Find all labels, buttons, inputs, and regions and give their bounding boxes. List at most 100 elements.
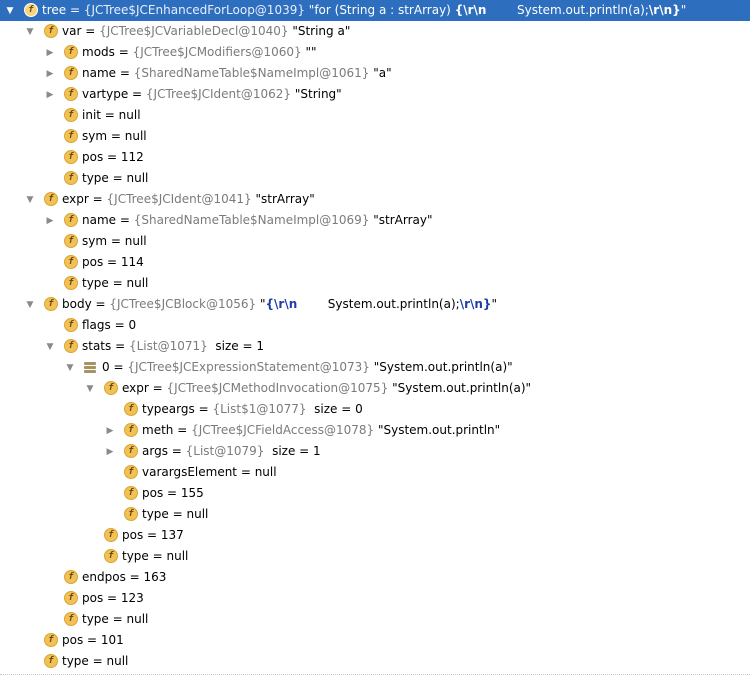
equals-sign: = [167,444,186,458]
field-f-icon: f [104,381,118,395]
tree-row[interactable]: ▼ f stats = {List@1071} size = 1 [0,336,750,357]
tree-row[interactable]: f typeargs = {List$1@1077} size = 0 [0,399,750,420]
tree-row[interactable]: ▶ f name = {SharedNameTable$NameImpl@1061}… [0,63,750,84]
row-text: type = null [142,507,208,522]
tree-row[interactable]: ▼ f expr = {JCTree$JCMethodInvocation@1075… [0,378,750,399]
variable-name: init [82,108,101,122]
variable-name: type [82,276,109,290]
tree-row[interactable]: f pos = 112 [0,147,750,168]
tree-row[interactable]: f endpos = 163 [0,567,750,588]
equals-sign: = [107,129,125,143]
tree-row[interactable]: f type = null [0,651,750,672]
row-text: type = null [82,276,148,291]
chevron-down-icon[interactable]: ▼ [5,6,15,16]
equals-sign: = [109,360,128,374]
tree-row[interactable]: f pos = 155 [0,483,750,504]
escape-sequence: {\r\n [265,297,298,311]
tree-row[interactable]: f type = null [0,609,750,630]
tree-row[interactable]: ▼ f tree = {JCTree$JCEnhancedForLoop@1039}… [0,0,750,21]
tree-row[interactable]: ▶ f mods = {JCTree$JCModifiers@1060} "" [0,42,750,63]
variable-name: mods [82,45,115,59]
chevron-right-icon[interactable]: ▶ [45,90,55,100]
variable-name: pos [122,528,144,542]
variable-value: null [166,549,189,563]
variable-name: pos [82,591,104,605]
object-reference: {JCTree$JCMethodInvocation@1075} [166,381,389,395]
tree-row[interactable]: ▼ f var = {JCTree$JCVariableDecl@1040} "St… [0,21,750,42]
variable-name: pos [62,633,84,647]
tree-row[interactable]: ▶ f name = {SharedNameTable$NameImpl@1069}… [0,210,750,231]
variable-value: " [491,297,498,311]
chevron-down-icon[interactable]: ▼ [85,384,95,394]
tree-row[interactable]: ▶ f vartype = {JCTree$JCIdent@1062} "Strin… [0,84,750,105]
tree-row[interactable]: f type = null [0,504,750,525]
equals-sign: = [81,24,100,38]
variable-name: pos [82,150,104,164]
row-text: tree = {JCTree$JCEnhancedForLoop@1039} "… [42,3,686,18]
object-reference: {JCTree$JCBlock@1056} [109,297,257,311]
tree-row[interactable]: f pos = 114 [0,252,750,273]
tree-row[interactable]: ▶ f meth = {JCTree$JCFieldAccess@1078} "Sy… [0,420,750,441]
chevron-right-icon[interactable]: ▶ [105,447,115,457]
tree-row[interactable]: f type = null [0,168,750,189]
field-f-icon: f [124,507,138,521]
variable-value: 0 [128,318,137,332]
chevron-right-icon[interactable]: ▶ [45,48,55,58]
field-f-icon: f [44,654,58,668]
field-f-icon: f [64,255,78,269]
tree-row[interactable]: f type = null [0,273,750,294]
row-text: expr = {JCTree$JCMethodInvocation@1075} … [122,381,531,396]
row-text: name = {SharedNameTable$NameImpl@1069} "… [82,213,433,228]
chevron-down-icon[interactable]: ▼ [25,300,35,310]
variable-value: null [126,171,149,185]
equals-sign: = [110,318,129,332]
equals-sign: = [108,276,127,290]
equals-sign: = [66,3,84,17]
variable-name: type [82,171,109,185]
variable-value: 155 [180,486,204,500]
variable-value: null [126,612,149,626]
field-f-icon: f [104,528,118,542]
row-text: var = {JCTree$JCVariableDecl@1040} "Stri… [62,24,350,39]
tree-row[interactable]: f pos = 137 [0,525,750,546]
tree-row[interactable]: f flags = 0 [0,315,750,336]
chevron-right-icon[interactable]: ▶ [105,426,115,436]
variable-value: "for (String a : strArray) [304,3,455,17]
tree-row[interactable]: f pos = 101 [0,630,750,651]
tree-row[interactable]: ▼ f body = {JCTree$JCBlock@1056} " {\r\n Sy… [0,294,750,315]
tree-row[interactable]: f sym = null [0,126,750,147]
equals-sign: = [103,150,121,164]
row-text: sym = null [82,234,147,249]
chevron-down-icon[interactable]: ▼ [45,342,55,352]
variable-name: 0 [102,360,110,374]
field-f-icon: f [64,171,78,185]
object-reference: {SharedNameTable$NameImpl@1061} [133,66,370,80]
tree-row[interactable]: ▼ f expr = {JCTree$JCIdent@1041} "strArray… [0,189,750,210]
row-text: vartype = {JCTree$JCIdent@1062} "String" [82,87,342,102]
tree-row[interactable]: ▼ 0 = {JCTree$JCExpressionStatement@1073}… [0,357,750,378]
tree-row[interactable]: ▶ f args = {List@1079} size = 1 [0,441,750,462]
tree-row[interactable]: f type = null [0,546,750,567]
chevron-right-icon[interactable]: ▶ [45,216,55,226]
equals-sign: = [143,528,161,542]
tree-row[interactable]: f sym = null [0,231,750,252]
chevron-down-icon[interactable]: ▼ [25,27,35,37]
chevron-right-icon[interactable]: ▶ [45,69,55,79]
row-text: pos = 137 [122,528,184,543]
tree-row[interactable]: f varargsElement = null [0,462,750,483]
variable-value: System.out.println(a); [486,3,649,17]
row-text: typeargs = {List$1@1077} size = 0 [142,402,363,417]
tree-row[interactable]: f pos = 123 [0,588,750,609]
chevron-down-icon[interactable]: ▼ [25,195,35,205]
variable-name: endpos [82,570,126,584]
row-text: endpos = 163 [82,570,166,585]
row-text: type = null [62,654,128,669]
equals-sign: = [83,633,101,647]
variable-value: "String" [291,87,342,101]
escape-sequence: \r\n} [648,3,681,17]
field-f-icon: f [64,234,78,248]
chevron-down-icon[interactable]: ▼ [65,363,75,373]
array-element-icon [84,362,96,373]
variable-value: size = 0 [306,402,363,416]
tree-row[interactable]: f init = null [0,105,750,126]
